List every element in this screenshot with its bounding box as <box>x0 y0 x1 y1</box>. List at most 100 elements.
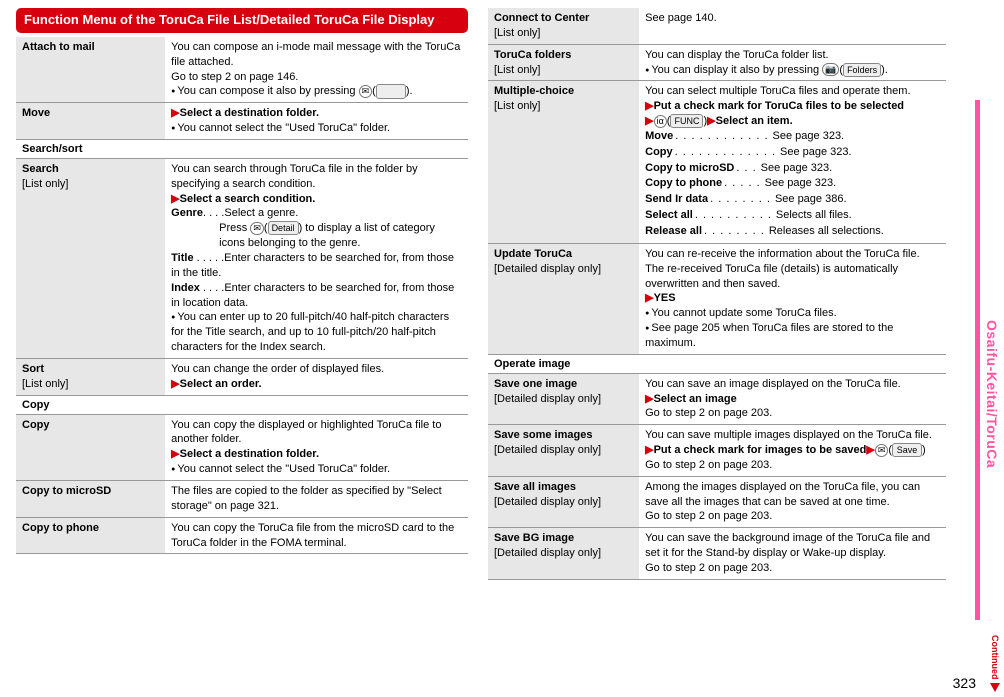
triangle-icon: ▶ <box>645 100 653 112</box>
ir-key-icon: iα <box>654 115 667 128</box>
text: Go to step 2 on page 203. <box>645 407 772 419</box>
bullet-line: You cannot select the "Used ToruCa" fold… <box>171 122 390 134</box>
desc: Among the images displayed on the ToruCa… <box>639 477 946 528</box>
label: Multiple-choice[List only] <box>488 81 639 242</box>
mail-key-icon: ✉ <box>359 85 373 98</box>
indent: Press ✉(Detail) to display a list of cat… <box>171 221 462 251</box>
action: YES <box>654 292 676 304</box>
action: Put a check mark for ToruCa files to be … <box>654 100 904 112</box>
text: Go to step 2 on page 203. <box>645 510 772 522</box>
continued-arrow-icon <box>990 683 1000 692</box>
desc: You can copy the displayed or highlighte… <box>165 415 468 480</box>
row-save-all: Save all images[Detailed display only] A… <box>488 477 946 529</box>
group-search-sort: Search/sort <box>16 140 468 159</box>
bullet-line: You cannot update some ToruCa files. <box>645 307 837 319</box>
bullet-line: You cannot select the "Used ToruCa" fold… <box>171 463 390 475</box>
row-copy: Copy You can copy the displayed or highl… <box>16 415 468 481</box>
triangle-icon: ▶ <box>645 115 653 127</box>
label: Copy to microSD <box>16 481 165 517</box>
def-title: Title . . . . .Enter characters to be se… <box>171 252 454 279</box>
item-send-ir: Send Ir data. . . . . . . .See page 386. <box>645 192 940 207</box>
text: You can save an image displayed on the T… <box>645 378 901 390</box>
action: Select an image <box>654 393 737 405</box>
item-copy: Copy. . . . . . . . . . . . .See page 32… <box>645 145 940 160</box>
label: Copy to phone <box>16 518 165 554</box>
detail-softkey-icon: Detail <box>268 221 299 235</box>
label: Save one image[Detailed display only] <box>488 374 639 425</box>
text: You can copy the displayed or highlighte… <box>171 419 441 446</box>
triangle-icon: ▶ <box>645 393 653 405</box>
desc: You can compose an i-mode mail message w… <box>165 37 468 102</box>
label: Search[List only] <box>16 159 165 358</box>
side-tab-label: Osaifu-Keitai/ToruCa <box>984 320 1000 468</box>
desc: See page 140. <box>639 8 946 44</box>
item-copy-microsd: Copy to microSD. . .See page 323. <box>645 161 940 176</box>
item-copy-phone: Copy to phone. . . . .See page 323. <box>645 176 940 191</box>
desc: You can copy the ToruCa file from the mi… <box>165 518 468 554</box>
continued-label: Continued <box>990 635 1000 680</box>
text: Go to step 2 on page 203. <box>645 562 772 574</box>
folders-softkey-icon: Folders <box>843 63 881 77</box>
func-softkey-icon: FUNC <box>670 114 703 128</box>
softkey-icon <box>376 84 406 98</box>
item-select-all: Select all. . . . . . . . . .Selects all… <box>645 208 940 223</box>
section-header: Function Menu of the ToruCa File List/De… <box>16 8 468 33</box>
desc: ▶Select a destination folder. You cannot… <box>165 103 468 139</box>
side-tab-bar <box>975 100 980 620</box>
text: You can save the background image of the… <box>645 532 930 559</box>
left-column: Function Menu of the ToruCa File List/De… <box>0 0 478 588</box>
row-update-toruca: Update ToruCa[Detailed display only] You… <box>488 244 946 355</box>
action: Select a destination folder. <box>180 107 319 119</box>
def-genre: Genre. . . .Select a genre. <box>171 207 298 219</box>
desc: You can search through ToruCa file in th… <box>165 159 468 358</box>
item-move: Move. . . . . . . . . . . .See page 323. <box>645 129 940 144</box>
group-operate-image: Operate image <box>488 355 946 374</box>
text: Among the images displayed on the ToruCa… <box>645 481 920 508</box>
triangle-icon: ▶ <box>707 115 715 127</box>
label: ToruCa folders[List only] <box>488 45 639 81</box>
triangle-icon: ▶ <box>866 444 874 456</box>
label: Copy <box>16 415 165 480</box>
bullet-line: You can enter up to 20 full-pitch/40 hal… <box>171 311 449 353</box>
row-copy-microsd: Copy to microSD The files are copied to … <box>16 481 468 518</box>
action: Select a search condition. <box>180 193 316 205</box>
label: Attach to mail <box>16 37 165 102</box>
desc: You can re-receive the information about… <box>639 244 946 354</box>
label: Save BG image[Detailed display only] <box>488 528 639 579</box>
triangle-icon: ▶ <box>171 107 179 119</box>
desc: You can save multiple images displayed o… <box>639 425 946 476</box>
text: You can save multiple images displayed o… <box>645 429 932 441</box>
save-softkey-icon: Save <box>892 443 922 457</box>
label: Save all images[Detailed display only] <box>488 477 639 528</box>
action: Select a destination folder. <box>180 448 319 460</box>
text: Go to step 2 on page 203. <box>645 459 772 471</box>
triangle-icon: ▶ <box>171 193 179 205</box>
page-number: 323 <box>953 675 976 691</box>
action: Select an order. <box>180 378 262 390</box>
desc: You can save an image displayed on the T… <box>639 374 946 425</box>
triangle-icon: ▶ <box>645 292 653 304</box>
text: You can display the ToruCa folder list. <box>645 49 828 61</box>
mail-key-icon: ✉ <box>250 222 264 235</box>
label: Connect to Center[List only] <box>488 8 639 44</box>
row-save-some: Save some images[Detailed display only] … <box>488 425 946 477</box>
right-column: Connect to Center[List only] See page 14… <box>478 0 956 588</box>
triangle-icon: ▶ <box>171 378 179 390</box>
desc: The files are copied to the folder as sp… <box>165 481 468 517</box>
row-multiple-choice: Multiple-choice[List only] You can selec… <box>488 81 946 243</box>
row-attach-to-mail: Attach to mail You can compose an i-mode… <box>16 37 468 103</box>
desc: You can save the background image of the… <box>639 528 946 579</box>
text: You can select multiple ToruCa files and… <box>645 85 910 97</box>
text: You can re-receive the information about… <box>645 248 920 290</box>
row-toruca-folders: ToruCa folders[List only] You can displa… <box>488 45 946 82</box>
bullet-line: You can compose it also by pressing ✉( )… <box>171 85 412 97</box>
page: Function Menu of the ToruCa File List/De… <box>0 0 1004 588</box>
desc: You can select multiple ToruCa files and… <box>639 81 946 242</box>
row-sort: Sort[List only] You can change the order… <box>16 359 468 396</box>
action: Select an item. <box>716 115 793 127</box>
group-copy: Copy <box>16 396 468 415</box>
text: You can compose an i-mode mail message w… <box>171 41 460 68</box>
triangle-icon: ▶ <box>645 444 653 456</box>
def-index: Index . . . .Enter characters to be sear… <box>171 282 454 309</box>
label: Sort[List only] <box>16 359 165 395</box>
